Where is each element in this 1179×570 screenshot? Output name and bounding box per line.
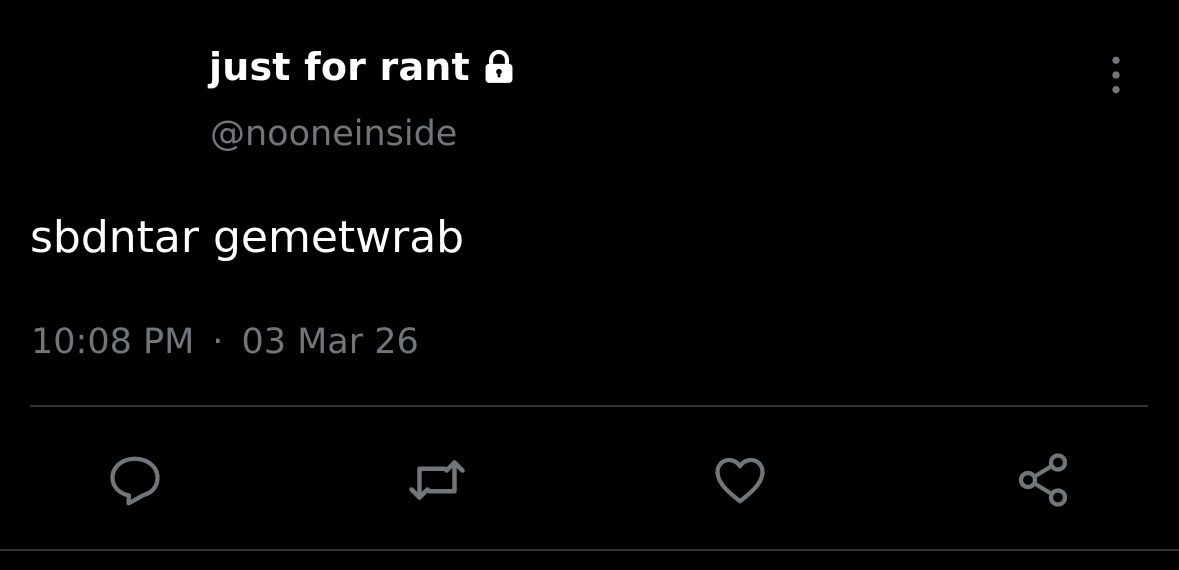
heart-icon xyxy=(715,457,765,504)
display-name[interactable]: just for rant xyxy=(209,45,470,89)
user-handle[interactable]: @nooneinside xyxy=(210,114,457,154)
reply-button[interactable] xyxy=(103,448,167,512)
lock-icon xyxy=(480,48,518,86)
retweet-button[interactable] xyxy=(405,448,469,512)
share-icon xyxy=(1018,453,1068,507)
author-name-row[interactable]: just for rant xyxy=(209,44,518,90)
tweet-time: 10:08 PM xyxy=(31,322,195,362)
retweet-icon xyxy=(409,460,465,500)
bottom-divider xyxy=(0,549,1179,551)
tweet-timestamp: 10:08 PM · 03 Mar 26 xyxy=(31,322,419,362)
share-button[interactable] xyxy=(1011,448,1075,512)
meta-separator: · xyxy=(212,322,224,362)
divider xyxy=(30,405,1148,407)
tweet-text: sbdntar gemetwrab xyxy=(30,212,465,263)
like-button[interactable] xyxy=(708,448,772,512)
tweet-date: 03 Mar 26 xyxy=(241,322,419,362)
more-vertical-icon xyxy=(1112,56,1120,94)
reply-icon xyxy=(110,456,160,506)
tweet-header: just for rant @nooneinside xyxy=(0,0,1179,180)
more-options-button[interactable] xyxy=(1094,52,1138,98)
